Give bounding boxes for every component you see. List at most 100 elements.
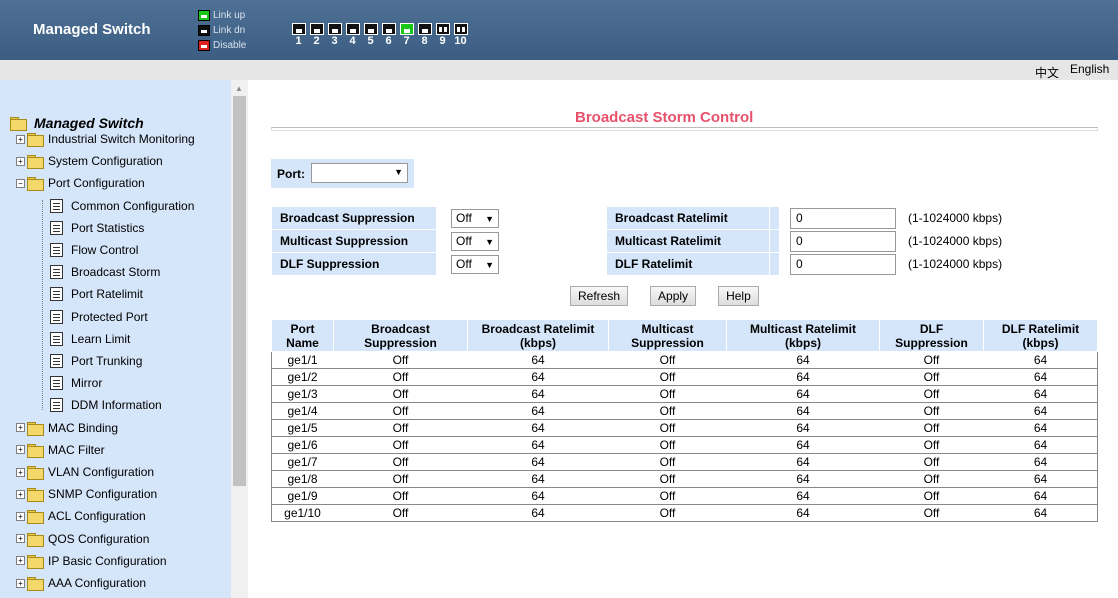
sidebar-item[interactable]: + ACL Configuration	[16, 509, 146, 525]
port-link-down-icon	[363, 23, 378, 35]
sidebar-item[interactable]: Mirror	[50, 376, 102, 391]
sidebar-item[interactable]: Common Configuration	[50, 198, 194, 213]
apply-button[interactable]: Apply	[650, 286, 697, 306]
collapse-icon[interactable]: −	[16, 178, 25, 188]
port-label: Port:	[277, 167, 305, 181]
expand-icon[interactable]: +	[16, 445, 25, 455]
table-row: ge1/3 Off 64 Off 64 Off 64	[271, 385, 1098, 403]
refresh-button[interactable]: Refresh	[570, 286, 629, 306]
port-indicator[interactable]: 10	[452, 23, 469, 47]
expand-icon[interactable]: +	[16, 578, 25, 588]
sidebar-item[interactable]: Port Statistics	[50, 220, 144, 235]
port-select[interactable]: ▼	[311, 163, 408, 183]
table-row: ge1/4 Off 64 Off 64 Off 64	[271, 402, 1098, 420]
port-indicator[interactable]: 1	[290, 23, 307, 47]
port-indicator[interactable]: 2	[308, 23, 325, 47]
suppression-cell: Off ▼	[436, 229, 607, 253]
table-cell: Off	[333, 351, 468, 369]
port-indicator[interactable]: 4	[344, 23, 361, 47]
table-cell: 64	[726, 351, 880, 369]
sidebar-item[interactable]: + QOS Configuration	[16, 532, 149, 547]
sidebar-root[interactable]: Managed Switch	[10, 115, 144, 131]
sidebar-item-label: DDM Information	[71, 398, 162, 413]
sidebar-item[interactable]: Protected Port	[50, 309, 148, 324]
sidebar-item[interactable]: − Port Configuration	[16, 176, 145, 192]
sidebar-scrollbar[interactable]: ▲	[231, 80, 248, 598]
port-indicator[interactable]: 3	[326, 23, 343, 47]
port-indicator[interactable]: 8	[416, 23, 433, 47]
sidebar-item[interactable]: + IP Basic Configuration	[16, 553, 167, 569]
suppression-select[interactable]: Off ▼	[451, 208, 499, 228]
sidebar-item[interactable]: Port Trunking	[50, 354, 142, 368]
column-header: Port Name	[271, 319, 334, 352]
document-icon	[50, 243, 63, 257]
legend-label: Link dn	[213, 25, 246, 36]
sidebar-item[interactable]: Learn Limit	[50, 331, 130, 346]
expand-icon[interactable]: +	[16, 556, 25, 566]
sidebar-item[interactable]: DDM Information	[50, 398, 162, 413]
sidebar-item[interactable]: + SNMP Configuration	[16, 487, 157, 503]
port-link-down-icon	[291, 23, 306, 35]
sidebar-item[interactable]: + AAA Configuration	[16, 576, 146, 591]
sidebar-item-label: Flow Control	[71, 243, 139, 257]
expand-icon[interactable]: +	[16, 156, 25, 166]
help-button[interactable]: Help	[718, 286, 759, 306]
table-cell: Off	[608, 402, 727, 420]
table-cell: Off	[879, 351, 984, 369]
ratelimit-input[interactable]: 0	[790, 207, 896, 229]
sidebar-item[interactable]: + VLAN Configuration	[16, 465, 154, 480]
column-header-line: Name	[286, 335, 319, 350]
language-chinese-link[interactable]: 中文	[1035, 64, 1059, 81]
port-indicator[interactable]: 9	[434, 23, 451, 47]
ratelimit-cell: 0 (1-1024000 kbps)	[779, 229, 1098, 253]
sidebar-item[interactable]: Port Ratelimit	[50, 287, 143, 302]
suppression-select[interactable]: Off ▼	[451, 231, 499, 251]
table-cell: 64	[726, 402, 880, 420]
port-indicator[interactable]: 6	[380, 23, 397, 47]
port-link-up-icon	[399, 23, 414, 35]
table-row: ge1/10 Off 64 Off 64 Off 64	[271, 504, 1098, 522]
sidebar-item[interactable]: Flow Control	[50, 243, 138, 257]
port-indicator[interactable]: 7	[398, 23, 415, 47]
expand-icon[interactable]: +	[16, 467, 25, 477]
sidebar-item-label: IP Basic Configuration	[48, 553, 167, 568]
table-cell: 64	[467, 453, 609, 471]
port-number: 9	[439, 35, 446, 47]
sidebar-item[interactable]: + MAC Filter	[16, 443, 105, 458]
document-icon	[50, 265, 63, 280]
column-header-line: (kbps)	[1022, 335, 1059, 350]
port-link-down-icon	[417, 23, 432, 35]
port-indicator[interactable]: 5	[362, 23, 379, 47]
suppression-select[interactable]: Off ▼	[451, 254, 499, 274]
ratelimit-input[interactable]: 0	[790, 230, 896, 252]
folder-icon	[27, 155, 44, 170]
table-cell: ge1/3	[271, 385, 334, 403]
sidebar-item[interactable]: + Industrial Switch Monitoring	[16, 132, 195, 147]
limit-row: Multicast Suppression Off ▼ Multicast Ratel…	[271, 229, 1098, 253]
expand-icon[interactable]: +	[16, 511, 25, 521]
table-cell: 64	[467, 351, 609, 369]
column-header-line: Suppression	[895, 335, 968, 350]
scrollbar-thumb[interactable]	[233, 96, 246, 486]
table-row: ge1/2 Off 64 Off 64 Off 64	[271, 368, 1098, 386]
sidebar-item[interactable]: + System Configuration	[16, 154, 163, 170]
expand-icon[interactable]: +	[16, 423, 25, 433]
column-header: DLF Suppression	[879, 319, 984, 352]
suppression-value: Off	[456, 233, 472, 248]
table-cell: 64	[983, 351, 1098, 369]
language-english-link[interactable]: English	[1070, 62, 1109, 76]
ratelimit-cell: 0 (1-1024000 kbps)	[779, 252, 1098, 276]
scroll-up-icon[interactable]: ▲	[235, 84, 243, 93]
column-header-line: Port	[290, 321, 315, 336]
table-cell: 64	[726, 504, 880, 522]
expand-icon[interactable]: +	[16, 134, 25, 144]
legend-label: Disable	[213, 40, 247, 51]
sidebar-item[interactable]: Broadcast Storm	[50, 265, 160, 280]
table-cell: 64	[726, 470, 880, 488]
table-cell: Off	[333, 436, 468, 454]
expand-icon[interactable]: +	[16, 489, 25, 499]
expand-icon[interactable]: +	[16, 534, 25, 544]
sidebar-item[interactable]: + MAC Binding	[16, 421, 118, 436]
ratelimit-input[interactable]: 0	[790, 253, 896, 275]
table-row: ge1/9 Off 64 Off 64 Off 64	[271, 487, 1098, 505]
